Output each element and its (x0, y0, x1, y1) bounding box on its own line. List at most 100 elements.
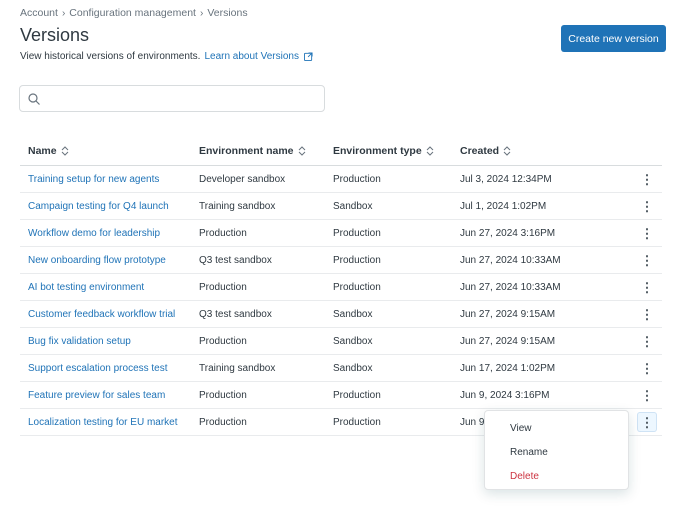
row-environment-type: Sandbox (333, 308, 373, 320)
row-name-link[interactable]: New onboarding flow prototype (20, 255, 199, 266)
row-environment-name: Q3 test sandbox (199, 254, 272, 266)
row-created: Jun 27, 2024 10:33AM (460, 281, 561, 293)
row-actions-cell: ⋮ (632, 196, 662, 216)
row-created: Jul 1, 2024 1:02PM (460, 200, 547, 212)
more-options-icon[interactable]: ⋮ (637, 304, 657, 324)
row-environment-name: Production (199, 389, 247, 401)
table-row: Campaign testing for Q4 launch Training s… (20, 193, 662, 220)
sort-icon (298, 146, 305, 156)
row-created: Jun 9, 2024 3:16PM (460, 389, 550, 401)
row-created: Jun 17, 2024 1:02PM (460, 362, 556, 374)
sort-icon (61, 146, 68, 156)
row-name-link[interactable]: AI bot testing environment (20, 282, 199, 293)
row-name-link[interactable]: Feature preview for sales team (20, 390, 199, 401)
row-environment-type: Production (333, 173, 381, 185)
column-header-environment-type[interactable]: Environment type (333, 145, 460, 157)
row-actions-cell: ⋮ (632, 331, 662, 351)
column-header-label: Environment name (199, 145, 294, 157)
row-environment-type: Sandbox (333, 362, 373, 374)
row-actions-cell: ⋮ (632, 250, 662, 270)
row-name-link[interactable]: Support escalation process test (20, 363, 199, 374)
learn-about-versions-link[interactable]: Learn about Versions (204, 51, 299, 62)
breadcrumb: Account › Configuration management › Ver… (20, 7, 248, 19)
row-environment-type: Production (333, 416, 381, 428)
table-row: AI bot testing environment Production Prod… (20, 274, 662, 301)
row-name-link[interactable]: Workflow demo for leadership (20, 228, 199, 239)
row-name-link[interactable]: Localization testing for EU market (20, 417, 199, 428)
row-environment-name: Training sandbox (199, 200, 276, 212)
row-actions-menu: View Rename Delete (484, 410, 629, 490)
row-environment-name: Production (199, 227, 247, 239)
search-icon (28, 93, 40, 105)
more-options-icon[interactable]: ⋮ (637, 196, 657, 216)
row-actions-cell: ⋮ (632, 412, 662, 432)
more-options-icon[interactable]: ⋮ (637, 385, 657, 405)
more-options-icon[interactable]: ⋮ (637, 250, 657, 270)
column-header-name[interactable]: Name (20, 145, 199, 157)
menu-item-view[interactable]: View (485, 416, 628, 440)
create-new-version-button[interactable]: Create new version (561, 25, 666, 52)
breadcrumb-item-account[interactable]: Account (20, 7, 58, 19)
row-created: Jun 27, 2024 10:33AM (460, 254, 561, 266)
row-environment-name: Production (199, 335, 247, 347)
column-header-label: Created (460, 145, 500, 157)
page-title: Versions (20, 25, 90, 45)
page-subtitle: View historical versions of environments… (20, 51, 313, 62)
row-created: Jun 27, 2024 9:15AM (460, 335, 556, 347)
versions-table: Name Environment name Environment type C… (20, 137, 662, 436)
subtitle-text: View historical versions of environments… (20, 51, 201, 62)
more-options-icon[interactable]: ⋮ (637, 331, 657, 351)
column-header-created[interactable]: Created (460, 145, 632, 157)
row-actions-cell: ⋮ (632, 223, 662, 243)
column-header-environment-name[interactable]: Environment name (199, 145, 333, 157)
more-options-icon[interactable]: ⋮ (637, 277, 657, 297)
row-actions-cell: ⋮ (632, 385, 662, 405)
table-row: Customer feedback workflow trial Q3 test … (20, 301, 662, 328)
column-header-label: Name (28, 145, 57, 157)
row-environment-type: Production (333, 254, 381, 266)
row-name-link[interactable]: Campaign testing for Q4 launch (20, 201, 199, 212)
row-actions-cell: ⋮ (632, 277, 662, 297)
search-field[interactable] (19, 85, 325, 112)
row-environment-name: Developer sandbox (199, 173, 286, 185)
row-name-link[interactable]: Bug fix validation setup (20, 336, 199, 347)
sort-icon (426, 146, 434, 156)
table-header: Name Environment name Environment type C… (20, 137, 662, 166)
row-environment-type: Sandbox (333, 200, 373, 212)
row-environment-name: Production (199, 416, 247, 428)
column-header-label: Environment type (333, 145, 422, 157)
breadcrumb-item-versions: Versions (207, 7, 248, 19)
row-environment-type: Production (333, 281, 381, 293)
row-environment-type: Sandbox (333, 335, 373, 347)
search-input[interactable] (46, 88, 316, 109)
table-row: Support escalation process test Training … (20, 355, 662, 382)
external-link-icon[interactable] (303, 52, 313, 61)
menu-item-rename[interactable]: Rename (485, 440, 628, 464)
table-row: Training setup for new agents Developer s… (20, 166, 662, 193)
row-environment-name: Training sandbox (199, 362, 276, 374)
row-name-link[interactable]: Customer feedback workflow trial (20, 309, 199, 320)
chevron-right-icon: › (61, 7, 66, 19)
row-created: Jul 3, 2024 12:34PM (460, 173, 552, 185)
table-row: Workflow demo for leadership Production Pr… (20, 220, 662, 247)
row-actions-cell: ⋮ (632, 358, 662, 378)
table-body: Training setup for new agents Developer s… (20, 166, 662, 436)
row-environment-name: Production (199, 281, 247, 293)
breadcrumb-item-configuration[interactable]: Configuration management (69, 7, 196, 19)
more-options-icon[interactable]: ⋮ (637, 223, 657, 243)
row-environment-name: Q3 test sandbox (199, 308, 272, 320)
more-options-icon[interactable]: ⋮ (637, 358, 657, 378)
row-created: Jun 27, 2024 9:15AM (460, 308, 556, 320)
row-name-link[interactable]: Training setup for new agents (20, 174, 199, 185)
table-row: New onboarding flow prototype Q3 test san… (20, 247, 662, 274)
row-environment-type: Production (333, 227, 381, 239)
more-options-icon[interactable]: ⋮ (637, 169, 657, 189)
chevron-right-icon: › (199, 7, 204, 19)
menu-item-delete[interactable]: Delete (485, 464, 628, 488)
row-actions-cell: ⋮ (632, 304, 662, 324)
more-options-icon[interactable]: ⋮ (637, 412, 657, 432)
table-row: Feature preview for sales team Production… (20, 382, 662, 409)
row-created: Jun 27, 2024 3:16PM (460, 227, 556, 239)
row-environment-type: Production (333, 389, 381, 401)
table-row: Bug fix validation setup Production Sandbo… (20, 328, 662, 355)
